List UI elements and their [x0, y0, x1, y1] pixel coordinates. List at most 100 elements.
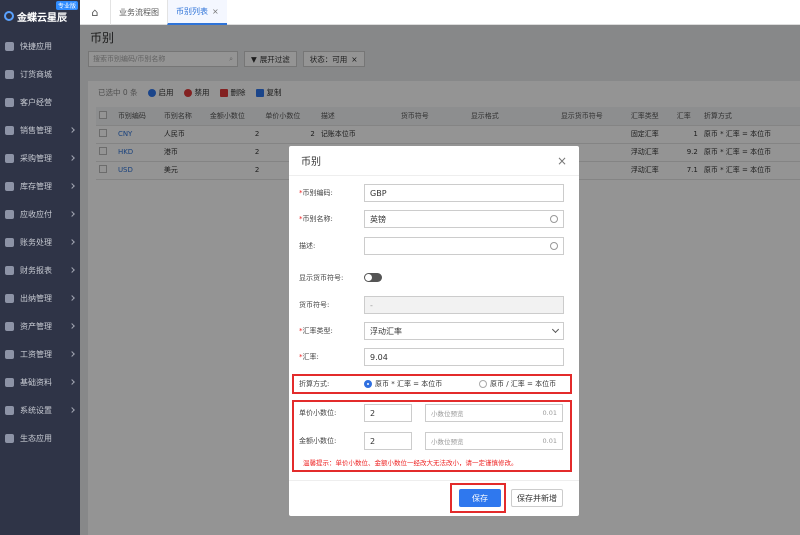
- amount-decimal-field[interactable]: 2: [364, 432, 412, 450]
- chevron-right-icon: [69, 267, 75, 273]
- currency-dialog: 币别 × *币别编码: GBP *币别名称: 英镑 描述: 显示货币符号: 货币…: [289, 146, 579, 516]
- leaf-icon: [5, 433, 14, 443]
- chevron-right-icon: [69, 211, 75, 217]
- currency-name-value: 英镑: [370, 214, 386, 224]
- sidebar-item-label: 客户经营: [20, 97, 52, 107]
- price-decimal-value: 2: [370, 408, 376, 418]
- globe-icon[interactable]: [550, 215, 558, 223]
- globe-icon[interactable]: [550, 242, 558, 250]
- chevron-right-icon: [69, 379, 75, 385]
- tab-label: 业务流程图: [119, 7, 159, 17]
- save-button[interactable]: 保存: [459, 489, 501, 507]
- wallet-icon: [5, 293, 14, 303]
- code-row: *币别编码: GBP: [299, 184, 569, 202]
- chevron-down-icon: [551, 325, 560, 334]
- currency-name-field[interactable]: 英镑: [364, 210, 564, 228]
- dialog-footer: 保存 保存并新增: [289, 480, 579, 516]
- sidebar-item-label: 系统设置: [20, 405, 52, 415]
- method-radio-divide[interactable]: 原币 / 汇率 = 本位币: [479, 379, 556, 389]
- rate-label: *汇率:: [299, 353, 319, 361]
- sidebar-item-basic-data[interactable]: 基础资料: [0, 368, 80, 396]
- rate-type-value: 浮动汇率: [370, 326, 402, 336]
- description-field[interactable]: [364, 237, 564, 255]
- symbol-row: 货币符号: -: [299, 296, 569, 314]
- sidebar-item-payroll[interactable]: 工资管理: [0, 340, 80, 368]
- sidebar-item-accounting[interactable]: 账务处理: [0, 228, 80, 256]
- chevron-right-icon: [69, 127, 75, 133]
- sidebar-item-inventory[interactable]: 库存管理: [0, 172, 80, 200]
- cart-icon: [5, 153, 14, 163]
- preview-value: 0.01: [542, 409, 557, 417]
- sidebar-item-settings[interactable]: 系统设置: [0, 396, 80, 424]
- logo-text: 金蝶云星辰: [17, 12, 67, 24]
- ledger-icon: [5, 237, 14, 247]
- chevron-right-icon: [69, 295, 75, 301]
- method-radio-multiply[interactable]: 原币 * 汇率 = 本位币: [364, 379, 442, 389]
- close-icon[interactable]: ×: [557, 154, 567, 168]
- currency-symbol-field: -: [364, 296, 564, 314]
- tab-process-chart[interactable]: 业务流程图: [110, 0, 167, 25]
- grid-icon: [5, 41, 14, 51]
- report-icon: [5, 265, 14, 275]
- sidebar-item-label: 工资管理: [20, 349, 52, 359]
- currency-code-field[interactable]: GBP: [364, 184, 564, 202]
- sidebar-item-receivables[interactable]: 应收应付: [0, 200, 80, 228]
- sidebar-item-assets[interactable]: 资产管理: [0, 312, 80, 340]
- edition-badge: 专业版: [55, 1, 78, 10]
- database-icon: [5, 377, 14, 387]
- sidebar-item-sales[interactable]: 销售管理: [0, 116, 80, 144]
- payroll-icon: [5, 349, 14, 359]
- sales-icon: [5, 125, 14, 135]
- price-decimal-preview: 小数位预览 0.01: [425, 404, 563, 422]
- rate-type-label: *汇率类型:: [299, 327, 333, 335]
- price-decimal-label: 单价小数位:: [299, 409, 337, 417]
- price-decimal-field[interactable]: 2: [364, 404, 412, 422]
- method-option-label: 原币 * 汇率 = 本位币: [375, 380, 443, 388]
- desc-label: 描述:: [299, 242, 316, 250]
- sidebar-item-label: 快捷应用: [20, 41, 52, 51]
- code-label: *币别编码:: [299, 189, 333, 197]
- currency-code-value: GBP: [370, 188, 387, 198]
- dialog-title: 币别: [301, 157, 321, 168]
- save-and-new-button[interactable]: 保存并新增: [511, 489, 563, 507]
- preview-placeholder: 小数位预览: [431, 410, 464, 418]
- method-label: 折算方式:: [299, 380, 330, 388]
- sidebar-item-customer[interactable]: 客户经营: [0, 88, 80, 116]
- sidebar-item-label: 销售管理: [20, 125, 52, 135]
- chevron-right-icon: [69, 183, 75, 189]
- sidebar-item-order-mall[interactable]: 订货商城: [0, 60, 80, 88]
- sidebar-item-label: 基础资料: [20, 377, 52, 387]
- app-logo[interactable]: 金蝶云星辰 专业版: [0, 0, 80, 32]
- asset-icon: [5, 321, 14, 331]
- home-icon[interactable]: ⌂: [80, 6, 110, 19]
- close-icon[interactable]: ×: [212, 7, 219, 16]
- rate-type-select[interactable]: 浮动汇率: [364, 322, 564, 340]
- toggle-knob: [365, 274, 372, 281]
- method-row: 折算方式: 原币 * 汇率 = 本位币 原币 / 汇率 = 本位币: [299, 375, 569, 393]
- store-icon: [5, 69, 14, 79]
- rate-type-row: *汇率类型: 浮动汇率: [299, 322, 569, 340]
- radio-unchecked-icon: [479, 380, 487, 388]
- radio-checked-icon: [364, 380, 372, 388]
- show-symbol-label: 显示货币符号:: [299, 274, 344, 282]
- sidebar-item-label: 财务报表: [20, 265, 52, 275]
- sidebar-item-purchase[interactable]: 采购管理: [0, 144, 80, 172]
- tab-bar: ⌂ 业务流程图 币别列表 ×: [80, 0, 800, 25]
- sidebar-item-label: 订货商城: [20, 69, 52, 79]
- tab-currency-list[interactable]: 币别列表 ×: [167, 0, 227, 25]
- user-icon: [5, 97, 14, 107]
- sidebar-item-cashier[interactable]: 出纳管理: [0, 284, 80, 312]
- rate-row: *汇率: 9.04: [299, 348, 569, 366]
- chevron-right-icon: [69, 351, 75, 357]
- show-symbol-toggle[interactable]: [364, 273, 382, 282]
- sidebar-item-ecosystem[interactable]: 生态应用: [0, 424, 80, 452]
- sidebar-item-label: 生态应用: [20, 433, 52, 443]
- sidebar-item-label: 采购管理: [20, 153, 52, 163]
- exchange-rate-field[interactable]: 9.04: [364, 348, 564, 366]
- sidebar-item-label: 账务处理: [20, 237, 52, 247]
- sidebar-item-reports[interactable]: 财务报表: [0, 256, 80, 284]
- desc-row: 描述:: [299, 237, 569, 255]
- sidebar-item-label: 应收应付: [20, 209, 52, 219]
- sidebar-item-quick-apps[interactable]: 快捷应用: [0, 32, 80, 60]
- chevron-right-icon: [69, 407, 75, 413]
